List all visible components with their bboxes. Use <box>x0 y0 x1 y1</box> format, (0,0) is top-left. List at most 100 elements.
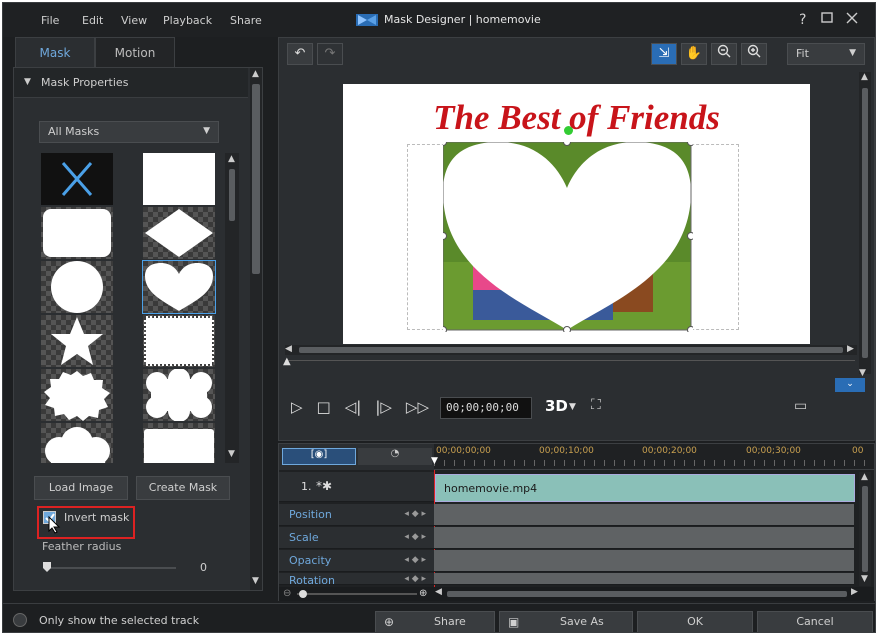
expand-panel-button[interactable]: ⌄ <box>835 378 865 392</box>
preview-horizontal-scrollbar[interactable]: ◀ ▶ <box>285 344 857 355</box>
tab-motion[interactable]: Motion <box>95 37 175 67</box>
mask-grid-scrollbar[interactable]: ▲ ▼ <box>225 153 239 463</box>
mask-burst[interactable] <box>41 369 113 421</box>
timeline-scroll-right-icon[interactable]: ▶ <box>851 587 858 597</box>
timeline-ruler[interactable]: 00;00;00;00 00;00;10;00 00;00;20;00 00;0… <box>431 444 874 470</box>
hand-tool-button[interactable]: ✋ <box>681 43 707 65</box>
track-header[interactable]: 1. *✱ <box>279 472 434 502</box>
keyframe-nav-icon[interactable]: ◂ ◆ ▸ <box>404 532 426 542</box>
mask-category-dropdown[interactable]: All Masks ▼ <box>39 121 219 143</box>
keyframe-track-position[interactable] <box>434 504 854 526</box>
scroll-down-icon[interactable]: ▼ <box>252 576 259 586</box>
mask-scalloped[interactable] <box>143 368 215 422</box>
mask-heart-selected[interactable] <box>142 260 216 314</box>
mask-wavy-rect[interactable] <box>143 423 215 463</box>
maximize-button[interactable] <box>821 12 833 28</box>
timeline-scroll-left-icon[interactable]: ◀ <box>435 587 442 597</box>
zoom-in-timeline-icon[interactable]: ⊕ <box>419 588 427 599</box>
tab-mask[interactable]: Mask <box>15 37 95 67</box>
ok-button[interactable]: OK <box>637 611 753 632</box>
fast-forward-icon[interactable]: ▷▷ <box>406 398 429 416</box>
timeline-vscroll-thumb[interactable] <box>862 486 868 572</box>
timeline-scroll-up-icon[interactable]: ▲ <box>861 472 868 482</box>
timeline-clip-view-button[interactable]: ◔ <box>358 448 432 465</box>
keyframe-nav-icon[interactable]: ◂ ◆ ▸ <box>404 509 426 519</box>
panel-scroll-thumb[interactable] <box>252 84 260 274</box>
video-clip[interactable]: homemovie.mp4 <box>435 474 855 502</box>
undo-button[interactable]: ↶ <box>287 43 313 65</box>
keyframe-track-scale[interactable] <box>434 527 854 549</box>
zoom-out-button[interactable] <box>711 43 737 65</box>
preview-vertical-scrollbar[interactable]: ▲ <box>859 72 871 374</box>
preview-position-track[interactable] <box>285 360 855 361</box>
fullscreen-icon[interactable]: ⛶ <box>591 397 601 413</box>
heart-masked-video[interactable] <box>443 142 693 332</box>
mask-circle[interactable] <box>41 261 113 313</box>
stop-icon[interactable]: □ <box>317 398 331 416</box>
3d-mode-button[interactable]: 3D <box>545 397 568 415</box>
preview-vscroll-thumb[interactable] <box>862 88 868 358</box>
keyframe-row-rotation[interactable]: Rotation ◂ ◆ ▸ <box>279 573 434 585</box>
preview-canvas[interactable]: The Best of Friends <box>343 84 810 344</box>
save-as-button[interactable]: ▣ Save As <box>499 611 633 632</box>
help-button[interactable]: ? <box>799 12 806 28</box>
timeline-track-view-button[interactable]: [◉] <box>282 448 356 465</box>
keyframe-track-rotation[interactable] <box>434 573 854 585</box>
rotate-handle[interactable] <box>564 126 573 135</box>
mask-star[interactable] <box>41 315 113 367</box>
preview-scroll-up-icon[interactable]: ▲ <box>861 72 868 82</box>
redo-button[interactable]: ↷ <box>317 43 343 65</box>
timeline-zoom-thumb[interactable] <box>299 590 307 598</box>
timeline-hscroll-thumb[interactable] <box>447 591 847 597</box>
zoom-dropdown[interactable]: Fit ▼ <box>787 43 865 65</box>
create-mask-button[interactable]: Create Mask <box>136 476 230 500</box>
only-selected-track-checkbox[interactable] <box>13 613 27 627</box>
keyframe-row-scale[interactable]: Scale ◂ ◆ ▸ <box>279 527 434 549</box>
preview-position-marker-icon[interactable]: ▲ <box>283 356 291 367</box>
play-icon[interactable]: ▷ <box>291 398 303 416</box>
scroll-up-icon[interactable]: ▲ <box>252 69 259 79</box>
keyframe-row-opacity[interactable]: Opacity ◂ ◆ ▸ <box>279 550 434 572</box>
feather-slider-track[interactable] <box>46 567 176 569</box>
timeline-vertical-scrollbar[interactable]: ▲ ▼ <box>859 472 871 586</box>
menu-edit[interactable]: Edit <box>82 14 103 27</box>
menu-share[interactable]: Share <box>230 14 262 27</box>
preview-scroll-right-icon[interactable]: ▶ <box>847 344 854 354</box>
menu-file[interactable]: File <box>41 14 59 27</box>
menu-playback[interactable]: Playback <box>163 14 212 27</box>
zoom-out-timeline-icon[interactable]: ⊖ <box>283 588 291 599</box>
keyframe-nav-icon[interactable]: ◂ ◆ ▸ <box>404 574 426 584</box>
mask-rectangle[interactable] <box>143 153 215 205</box>
keyframe-track-opacity[interactable] <box>434 550 854 572</box>
cancel-button[interactable]: Cancel <box>757 611 873 632</box>
mask-cloud[interactable] <box>41 423 113 463</box>
select-tool-button[interactable]: ⇲ <box>651 43 677 65</box>
panel-scrollbar[interactable]: ▲ ▼ <box>250 68 262 590</box>
grid-scroll-up-icon[interactable]: ▲ <box>228 154 235 164</box>
feather-slider-thumb[interactable] <box>43 562 51 572</box>
grid-scroll-thumb[interactable] <box>229 169 235 221</box>
menu-view[interactable]: View <box>121 14 147 27</box>
preview-scroll-left-icon[interactable]: ◀ <box>285 344 292 354</box>
timecode-display[interactable]: 00;00;00;00 <box>440 397 532 419</box>
keyframe-row-position[interactable]: Position ◂ ◆ ▸ <box>279 504 434 526</box>
share-button[interactable]: ⊕ Share <box>375 611 495 632</box>
playhead-icon[interactable]: ▼ <box>431 456 438 466</box>
zoom-in-button[interactable] <box>741 43 767 65</box>
3d-dropdown-icon[interactable]: ▼ <box>569 402 576 412</box>
preview-scroll-down-icon[interactable]: ▼ <box>859 368 866 378</box>
close-button[interactable] <box>846 12 858 28</box>
safe-area-icon[interactable]: ▭ <box>794 398 807 414</box>
keyframe-nav-icon[interactable]: ◂ ◆ ▸ <box>404 555 426 565</box>
load-image-button[interactable]: Load Image <box>34 476 128 500</box>
grid-scroll-down-icon[interactable]: ▼ <box>228 449 235 459</box>
mask-diamond[interactable] <box>143 207 215 259</box>
previous-frame-icon[interactable]: ◁| <box>345 398 362 416</box>
mask-stamp[interactable] <box>143 315 215 367</box>
mask-rounded-rect[interactable] <box>41 207 113 259</box>
next-frame-icon[interactable]: |▷ <box>375 398 392 416</box>
mask-properties-header[interactable]: ▼ Mask Properties <box>14 68 248 98</box>
preview-hscroll-thumb[interactable] <box>299 347 843 353</box>
timeline-scroll-down-icon[interactable]: ▼ <box>861 574 868 584</box>
timeline-zoom-slider[interactable] <box>297 593 417 595</box>
